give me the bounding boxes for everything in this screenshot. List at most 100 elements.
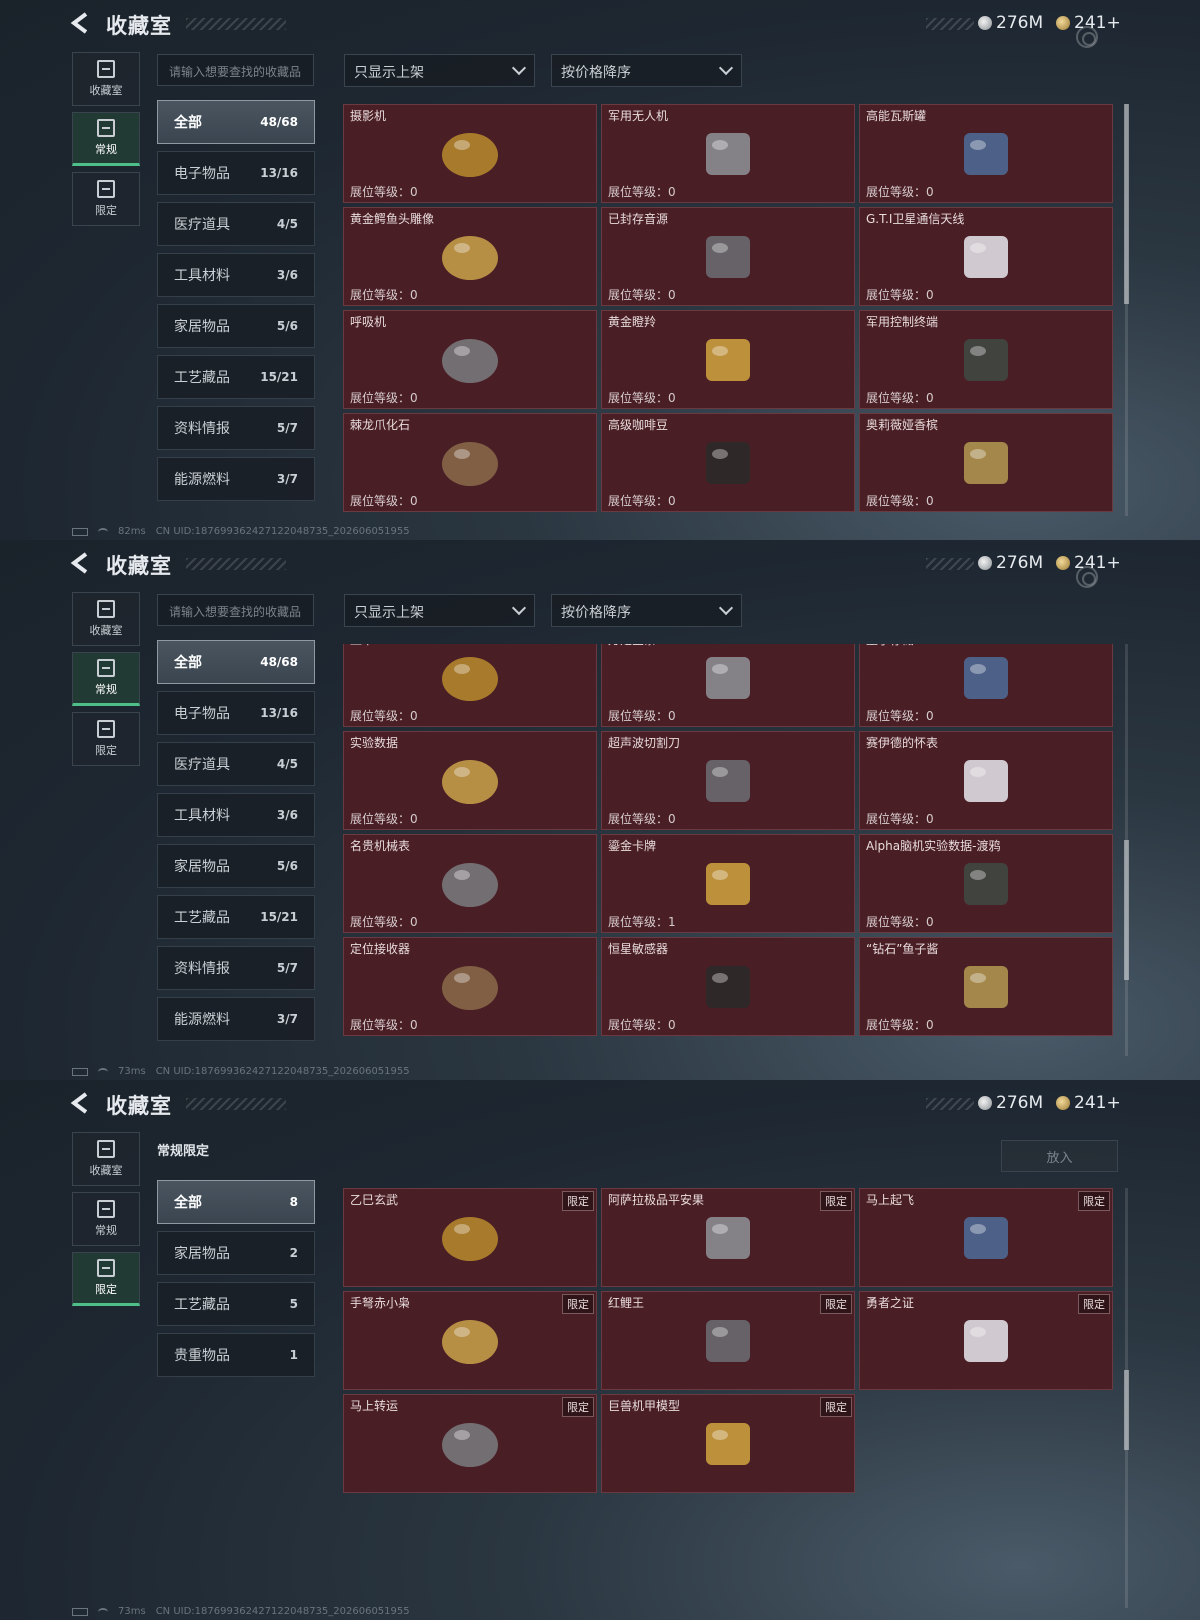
- item-image-icon: [706, 759, 750, 802]
- put-in-button[interactable]: 放入: [1001, 1140, 1118, 1172]
- collection-item-card[interactable]: 奥莉薇娅香槟 展位等级：0: [859, 413, 1113, 512]
- nav-collection[interactable]: 收藏室: [72, 592, 140, 646]
- nav-limited[interactable]: 限定: [72, 712, 140, 766]
- category-label: 工具材料: [174, 808, 230, 824]
- sort-dropdown[interactable]: 按价格降序: [551, 594, 742, 627]
- collection-item-card[interactable]: 显卡展位等级：0: [343, 644, 597, 727]
- gold-add[interactable]: +: [1106, 1093, 1120, 1113]
- nav-regular[interactable]: 常规: [72, 1192, 140, 1246]
- filter-dropdown[interactable]: 只显示上架: [344, 594, 535, 627]
- item-image-icon: [442, 235, 498, 280]
- scrollbar-thumb[interactable]: [1124, 840, 1129, 980]
- category-label: 贵重物品: [174, 1348, 230, 1364]
- collection-item-card[interactable]: 勇者之证 限定: [859, 1291, 1113, 1390]
- category-item[interactable]: 医疗道具 4/5: [157, 742, 315, 786]
- item-image-icon: [706, 132, 750, 175]
- nav-collection-label: 收藏室: [89, 84, 123, 97]
- collection-item-card[interactable]: “钻石”鱼子酱 展位等级：0: [859, 937, 1113, 1036]
- collection-item-card[interactable]: 马上起飞 限定: [859, 1188, 1113, 1287]
- nav-limited-label: 限定: [95, 204, 117, 217]
- sort-label: 按价格降序: [561, 65, 631, 81]
- nav-regular[interactable]: 常规: [72, 652, 140, 706]
- collection-item-card[interactable]: 呼吸机展位等级：0: [343, 310, 597, 409]
- collection-item-card[interactable]: 已封存音源 展位等级：0: [601, 207, 855, 306]
- collection-item-card[interactable]: Alpha脑机实验数据-渡鸦 展位等级：0: [859, 834, 1113, 933]
- category-label: 医疗道具: [174, 217, 230, 233]
- category-item[interactable]: 医疗道具 4/5: [157, 202, 315, 246]
- settings-gear-icon[interactable]: [1076, 26, 1098, 48]
- scrollbar-thumb[interactable]: [1124, 1370, 1129, 1450]
- collection-item-card[interactable]: 阿萨拉极品平安果 限定: [601, 1188, 855, 1287]
- search-input[interactable]: 请输入想要查找的收藏品: [157, 594, 314, 626]
- search-input[interactable]: 请输入想要查找的收藏品: [157, 54, 314, 86]
- collection-item-card[interactable]: 高能瓦斯罐 展位等级：0: [859, 104, 1113, 203]
- collection-item-card[interactable]: 巨兽机甲模型 限定: [601, 1394, 855, 1493]
- collection-item-card[interactable]: 实验数据 展位等级：0: [343, 731, 597, 830]
- collection-item-card[interactable]: 黄金瞪羚 展位等级：0: [601, 310, 855, 409]
- collection-item-card[interactable]: 马上转运 限定: [343, 1394, 597, 1493]
- back-arrow-icon[interactable]: [70, 552, 92, 574]
- collection-item-card[interactable]: 红鲤王 限定: [601, 1291, 855, 1390]
- collection-item-card[interactable]: 手弩赤小枭 限定: [343, 1291, 597, 1390]
- collection-item-card[interactable]: 定位接收器 展位等级：0: [343, 937, 597, 1036]
- category-item[interactable]: 家居物品 2: [157, 1231, 315, 1275]
- category-item[interactable]: 能源燃料 3/7: [157, 997, 315, 1041]
- gold-add[interactable]: +: [1106, 553, 1120, 573]
- category-item[interactable]: 工艺藏品 15/21: [157, 895, 315, 939]
- category-item[interactable]: 贵重物品 1: [157, 1333, 315, 1377]
- item-image-icon: [442, 1319, 498, 1364]
- collection-item-card[interactable]: G.T.I卫星通信天线 展位等级：0: [859, 207, 1113, 306]
- category-item[interactable]: 资料情报 5/7: [157, 946, 315, 990]
- category-item[interactable]: 家居物品 5/6: [157, 304, 315, 348]
- item-level: 展位等级：0: [350, 915, 418, 929]
- category-item[interactable]: 全部 48/68: [157, 640, 315, 684]
- filter-dropdown[interactable]: 只显示上架: [344, 54, 535, 87]
- gold-currency[interactable]: 241 +: [1056, 1093, 1121, 1113]
- item-name: 呼吸机: [350, 315, 387, 329]
- category-item[interactable]: 能源燃料 3/7: [157, 457, 315, 501]
- nav-limited[interactable]: 限定: [72, 172, 140, 226]
- nav-limited[interactable]: 限定: [72, 1252, 140, 1306]
- category-item[interactable]: 电子物品 13/16: [157, 691, 315, 735]
- settings-gear-icon[interactable]: [1076, 566, 1098, 588]
- section-subtitle: 常规限定: [157, 1144, 210, 1159]
- category-item[interactable]: 工艺藏品 15/21: [157, 355, 315, 399]
- sort-dropdown[interactable]: 按价格降序: [551, 54, 742, 87]
- category-item[interactable]: 资料情报 5/7: [157, 406, 315, 450]
- collection-item-card[interactable]: 量子存储展位等级：0: [859, 644, 1113, 727]
- collection-item-card[interactable]: 高级咖啡豆 展位等级：0: [601, 413, 855, 512]
- back-arrow-icon[interactable]: [70, 1092, 92, 1114]
- nav-collection[interactable]: 收藏室: [72, 1132, 140, 1186]
- collection-item-card[interactable]: 超声波切割刀 展位等级：0: [601, 731, 855, 830]
- collection-item-card[interactable]: 鎏金卡牌 展位等级：1: [601, 834, 855, 933]
- category-item[interactable]: 电子物品 13/16: [157, 151, 315, 195]
- collection-item-card[interactable]: 黄金鳄鱼头雕像 展位等级：0: [343, 207, 597, 306]
- collection-item-card[interactable]: 赛伊德的怀表 展位等级：0: [859, 731, 1113, 830]
- category-item[interactable]: 全部 48/68: [157, 100, 315, 144]
- nav-regular-label: 常规: [95, 1224, 117, 1237]
- collection-item-card[interactable]: 乙巳玄武 限定: [343, 1188, 597, 1287]
- item-image-icon: [706, 338, 750, 381]
- nav-collection[interactable]: 收藏室: [72, 52, 140, 106]
- collection-item-card[interactable]: 恒星敏感器 展位等级：0: [601, 937, 855, 1036]
- back-arrow-icon[interactable]: [70, 12, 92, 34]
- collection-item-card[interactable]: 名贵机械表 展位等级：0: [343, 834, 597, 933]
- category-item[interactable]: 工具材料 3/6: [157, 793, 315, 837]
- collection-item-card[interactable]: 棘龙爪化石 展位等级：0: [343, 413, 597, 512]
- limited-tag: 限定: [820, 1191, 852, 1211]
- gold-add[interactable]: +: [1106, 13, 1120, 33]
- silver-currency: 276M: [978, 1093, 1043, 1113]
- category-item[interactable]: 全部 8: [157, 1180, 315, 1224]
- category-item[interactable]: 家居物品 5/6: [157, 844, 315, 888]
- nav-regular[interactable]: 常规: [72, 112, 140, 166]
- item-level: 展位等级：0: [350, 391, 418, 405]
- category-label: 工具材料: [174, 268, 230, 284]
- item-level: 展位等级：0: [350, 709, 418, 723]
- category-item[interactable]: 工艺藏品 5: [157, 1282, 315, 1326]
- collection-item-card[interactable]: 万足金条展位等级：0: [601, 644, 855, 727]
- collection-item-card[interactable]: 军用控制终端 展位等级：0: [859, 310, 1113, 409]
- collection-item-card[interactable]: 摄影机 展位等级：0: [343, 104, 597, 203]
- scrollbar-thumb[interactable]: [1124, 104, 1129, 304]
- category-item[interactable]: 工具材料 3/6: [157, 253, 315, 297]
- collection-item-card[interactable]: 军用无人机 展位等级：0: [601, 104, 855, 203]
